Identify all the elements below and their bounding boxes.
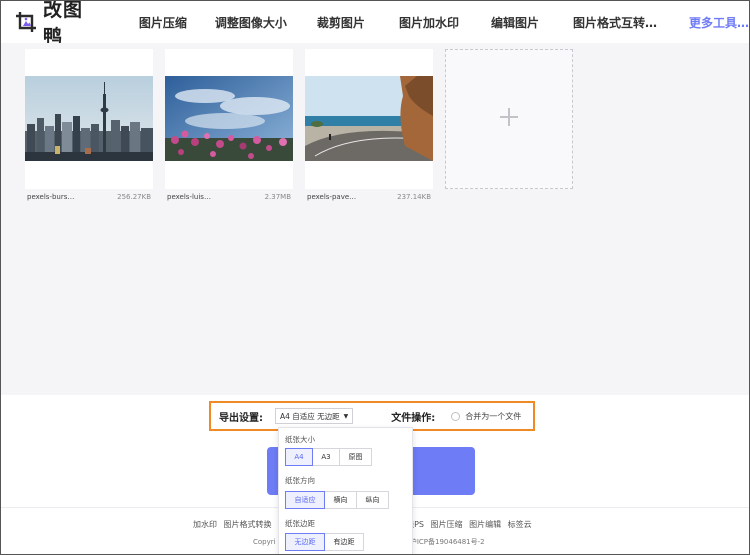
plus-icon: [499, 107, 519, 132]
file-thumbnail: [305, 76, 433, 161]
footer-link[interactable]: 图片编辑: [469, 520, 501, 529]
file-name: pexels-pave…: [307, 193, 357, 201]
top-header: 改图鸭 图片压缩 调整图像大小 裁剪图片 图片加水印 编辑图片 图片格式互转… …: [1, 1, 749, 48]
file-size: 256.27KB: [117, 193, 151, 201]
logo-text: 改图鸭: [43, 0, 84, 48]
copyright-text: Copyri: [253, 538, 276, 546]
file-operation-label: 文件操作:: [391, 412, 436, 424]
file-size: 2.37MB: [264, 193, 291, 201]
file-card[interactable]: pexels-luis… 2.37MB: [165, 49, 293, 201]
file-name: pexels-luis…: [167, 193, 211, 201]
file-name: pexels-burs…: [27, 193, 75, 201]
margin-group: 无边距 有边距: [285, 533, 364, 551]
orientation-group: 自适应 横向 纵向: [285, 491, 389, 509]
orientation-portrait[interactable]: 纵向: [356, 491, 389, 509]
nav-item-convert[interactable]: 图片格式互转…: [573, 14, 657, 31]
orientation-title: 纸张方向: [285, 476, 315, 485]
nav-item-compress[interactable]: 图片压缩: [139, 14, 187, 31]
paper-size-a3[interactable]: A3: [312, 448, 340, 466]
footer-link[interactable]: 加水印: [193, 520, 217, 529]
margin-with[interactable]: 有边距: [324, 533, 364, 551]
export-settings-label: 导出设置:: [219, 412, 263, 424]
file-size: 237.14KB: [397, 193, 431, 201]
paper-size-original[interactable]: 原图: [339, 448, 372, 466]
nav-item-watermark[interactable]: 图片加水印: [399, 14, 459, 31]
file-thumbnail: [165, 76, 293, 161]
paper-size-title: 纸张大小: [285, 435, 315, 444]
file-list-area: pexels-burs… 256.27KB pexels-luis… 2.37M…: [1, 43, 749, 395]
export-settings-select[interactable]: A4 自适应 无边距 ▼: [275, 408, 354, 424]
logo[interactable]: 改图鸭: [15, 0, 97, 49]
nav-item-crop[interactable]: 裁剪图片: [317, 14, 365, 31]
export-settings-dropdown: 纸张大小 A4 A3 原图 纸张方向 自适应 横向 纵向 纸张边距 无边距 有边…: [278, 427, 413, 554]
file-thumbnail: [25, 76, 153, 161]
merge-radio-label[interactable]: 合并为一个文件: [465, 411, 521, 422]
logo-icon: [15, 11, 37, 33]
orientation-landscape[interactable]: 横向: [324, 491, 357, 509]
margin-none[interactable]: 无边距: [285, 533, 325, 551]
main-nav: 图片压缩 调整图像大小 裁剪图片 图片加水印 编辑图片 图片格式互转… 更多工具…: [125, 14, 749, 31]
footer-link[interactable]: 标签云: [508, 520, 532, 529]
caret-down-icon: ▼: [343, 412, 349, 420]
nav-item-edit[interactable]: 编辑图片: [491, 14, 539, 31]
margin-title: 纸张边距: [285, 519, 315, 528]
footer-link[interactable]: 图片压缩: [431, 520, 463, 529]
app-window: 改图鸭 图片压缩 调整图像大小 裁剪图片 图片加水印 编辑图片 图片格式互转… …: [0, 0, 750, 555]
paper-size-group: A4 A3 原图: [285, 448, 372, 466]
orientation-auto[interactable]: 自适应: [285, 491, 325, 509]
footer-link[interactable]: 图片格式转换: [224, 520, 272, 529]
icp-number[interactable]: 沪ICP备19046481号-2: [410, 538, 485, 546]
add-file-button[interactable]: [445, 49, 573, 189]
paper-size-a4[interactable]: A4: [285, 448, 313, 466]
file-card[interactable]: pexels-burs… 256.27KB: [25, 49, 153, 201]
file-card[interactable]: pexels-pave… 237.14KB: [305, 49, 433, 201]
merge-radio[interactable]: [451, 411, 461, 421]
nav-item-resize[interactable]: 调整图像大小: [215, 14, 287, 31]
nav-item-more[interactable]: 更多工具…: [689, 14, 749, 31]
export-settings-value: A4 自适应 无边距: [280, 411, 340, 421]
